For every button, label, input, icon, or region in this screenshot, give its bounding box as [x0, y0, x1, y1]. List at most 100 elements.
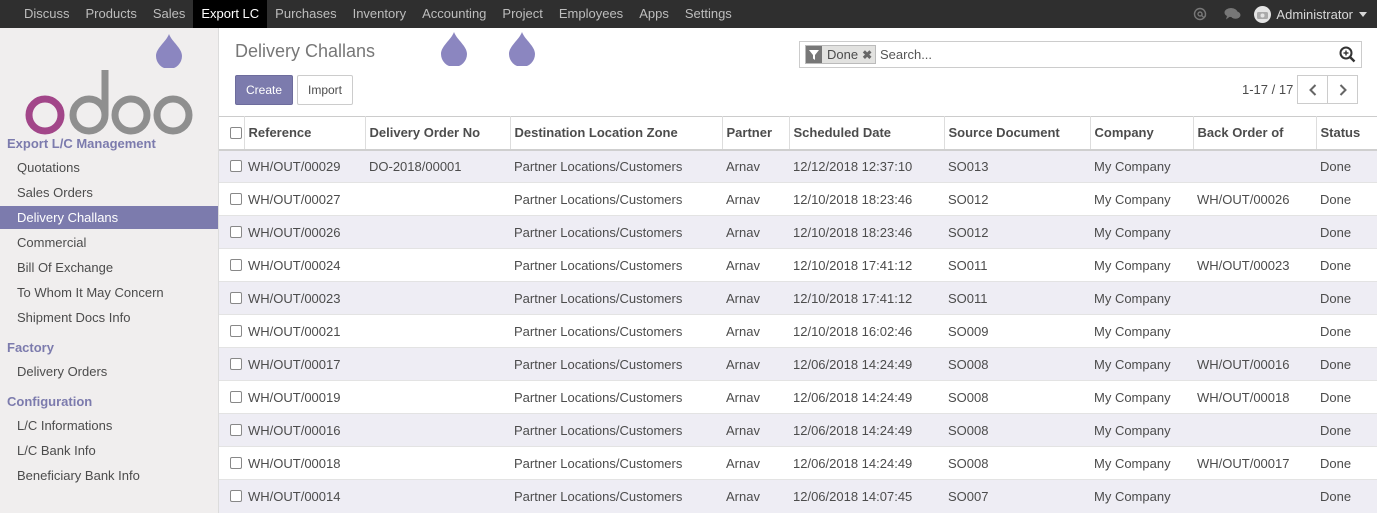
- table-row[interactable]: WH/OUT/00016 Partner Locations/Customers A…: [219, 413, 1377, 447]
- sidebar-item-delivery-challans[interactable]: Delivery Challans: [0, 206, 218, 229]
- pager-value[interactable]: 1-17 / 17: [1242, 82, 1293, 97]
- sidebar-item-sales-orders[interactable]: Sales Orders: [0, 181, 218, 204]
- app-menu-item-discuss[interactable]: Discuss: [16, 0, 78, 28]
- water-drop-icon: [509, 32, 535, 66]
- column-header-reference[interactable]: Reference: [244, 116, 366, 151]
- table-row[interactable]: WH/OUT/00024 Partner Locations/Customers A…: [219, 248, 1377, 282]
- column-header-delivery-order-no[interactable]: Delivery Order No: [365, 116, 511, 151]
- row-checkbox[interactable]: [230, 424, 242, 436]
- row-checkbox[interactable]: [230, 358, 242, 370]
- chat-icon[interactable]: [1222, 0, 1242, 28]
- row-checkbox[interactable]: [230, 457, 242, 469]
- import-button[interactable]: Import: [297, 75, 353, 105]
- table-cell: SO008: [944, 413, 1090, 447]
- table-row[interactable]: WH/OUT/00026 Partner Locations/Customers A…: [219, 215, 1377, 249]
- select-all-checkbox[interactable]: [230, 126, 242, 139]
- table-cell: Done: [1316, 281, 1377, 315]
- table-row[interactable]: WH/OUT/00027 Partner Locations/Customers A…: [219, 182, 1377, 216]
- table-cell: 12/06/2018 14:24:49: [789, 446, 944, 480]
- app-menu: Discuss Products Sales Export LC Purchases In…: [16, 0, 740, 28]
- app-menu-item-accounting[interactable]: Accounting: [414, 0, 494, 28]
- table-cell: WH/OUT/00026: [244, 215, 365, 249]
- row-checkbox[interactable]: [230, 259, 242, 271]
- search-icon[interactable]: [1339, 46, 1356, 63]
- app-menu-item-export-lc[interactable]: Export LC: [193, 0, 268, 28]
- app-menu-item-products[interactable]: Products: [78, 0, 145, 28]
- table-cell: [365, 248, 510, 282]
- table-cell: Arnav: [722, 149, 789, 183]
- column-header-source-document[interactable]: Source Document: [944, 116, 1091, 151]
- table-row[interactable]: WH/OUT/00018 Partner Locations/Customers A…: [219, 446, 1377, 480]
- sidebar-item-to-whom-it-may-concern[interactable]: To Whom It May Concern: [0, 281, 218, 304]
- app-menu-item-apps[interactable]: Apps: [631, 0, 677, 28]
- column-header-back-order-of[interactable]: Back Order of: [1193, 116, 1317, 151]
- sidebar-item-shipment-docs-info[interactable]: Shipment Docs Info: [0, 306, 218, 329]
- search-input[interactable]: [880, 44, 1335, 65]
- column-header-status[interactable]: Status: [1316, 116, 1377, 151]
- top-navbar: Discuss Products Sales Export LC Purchases In…: [0, 0, 1377, 28]
- sidebar-item-l-c-bank-info[interactable]: L/C Bank Info: [0, 439, 218, 462]
- table-cell: Done: [1316, 182, 1377, 216]
- sidebar-item-bill-of-exchange[interactable]: Bill Of Exchange: [0, 256, 218, 279]
- app-menu-item-purchases[interactable]: Purchases: [267, 0, 344, 28]
- table-row[interactable]: WH/OUT/00029 DO-2018/00001 Partner Locatio…: [219, 149, 1377, 183]
- table-cell: [1193, 215, 1316, 249]
- row-checkbox[interactable]: [230, 226, 242, 238]
- row-checkbox[interactable]: [230, 490, 242, 503]
- column-header-scheduled-date[interactable]: Scheduled Date: [789, 116, 945, 151]
- mention-icon[interactable]: [1190, 0, 1210, 28]
- row-select-cell: [219, 413, 244, 447]
- app-menu-item-employees[interactable]: Employees: [551, 0, 631, 28]
- table-cell: Partner Locations/Customers: [510, 149, 722, 183]
- sidebar-item-quotations[interactable]: Quotations: [0, 156, 218, 179]
- app-menu-item-inventory[interactable]: Inventory: [345, 0, 414, 28]
- pager-next-button[interactable]: [1327, 75, 1358, 104]
- row-checkbox[interactable]: [230, 325, 242, 337]
- table-cell: [1193, 314, 1316, 348]
- row-checkbox[interactable]: [230, 391, 242, 403]
- sidebar-item-l-c-informations[interactable]: L/C Informations: [0, 414, 218, 437]
- row-checkbox[interactable]: [230, 193, 242, 205]
- table-cell: WH/OUT/00016: [1193, 347, 1316, 381]
- column-header-partner[interactable]: Partner: [722, 116, 790, 151]
- table-cell: 12/06/2018 14:24:49: [789, 347, 944, 381]
- row-select-cell: [219, 380, 244, 414]
- remove-facet-icon[interactable]: ✖: [862, 48, 875, 62]
- table-row[interactable]: WH/OUT/00017 Partner Locations/Customers A…: [219, 347, 1377, 381]
- row-checkbox[interactable]: [230, 160, 242, 173]
- app-menu-item-settings[interactable]: Settings: [677, 0, 740, 28]
- sidebar-section-title: Configuration: [7, 394, 93, 409]
- table-row[interactable]: WH/OUT/00019 Partner Locations/Customers A…: [219, 380, 1377, 414]
- row-select-cell: [219, 314, 244, 348]
- table-cell: 12/10/2018 18:23:46: [789, 182, 944, 216]
- table-cell: Partner Locations/Customers: [510, 182, 722, 216]
- table-cell: 12/06/2018 14:24:49: [789, 380, 944, 414]
- table-cell: SO013: [944, 149, 1090, 183]
- table-row[interactable]: WH/OUT/00021 Partner Locations/Customers A…: [219, 314, 1377, 348]
- app-menu-item-project[interactable]: Project: [494, 0, 550, 28]
- table-row[interactable]: WH/OUT/00023 Partner Locations/Customers A…: [219, 281, 1377, 315]
- sidebar-item-beneficiary-bank-info[interactable]: Beneficiary Bank Info: [0, 464, 218, 487]
- column-header-company[interactable]: Company: [1090, 116, 1194, 151]
- row-checkbox[interactable]: [230, 292, 242, 304]
- table-cell: WH/OUT/00019: [244, 380, 365, 414]
- table-cell: My Company: [1090, 413, 1193, 447]
- table-row[interactable]: WH/OUT/00014 Partner Locations/Customers A…: [219, 479, 1377, 513]
- pager-previous-button[interactable]: [1297, 75, 1328, 104]
- table-cell: [365, 446, 510, 480]
- table-header: Reference Delivery Order No Destination Lo…: [219, 116, 1377, 151]
- odoo-logo[interactable]: [25, 58, 195, 140]
- table-cell: Done: [1316, 413, 1377, 447]
- app-menu-item-sales[interactable]: Sales: [145, 0, 194, 28]
- create-button[interactable]: Create: [235, 75, 293, 105]
- table-cell: Arnav: [722, 446, 789, 480]
- table-cell: Arnav: [722, 182, 789, 216]
- table-cell: My Company: [1090, 347, 1193, 381]
- sidebar-item-delivery-orders[interactable]: Delivery Orders: [0, 360, 218, 383]
- sidebar-item-commercial[interactable]: Commercial: [0, 231, 218, 254]
- column-header-destination-location-zone[interactable]: Destination Location Zone: [510, 116, 723, 151]
- table-cell: Arnav: [722, 380, 789, 414]
- user-menu[interactable]: Administrator: [1254, 5, 1367, 23]
- table-cell: SO012: [944, 215, 1090, 249]
- facet-label: Done: [827, 47, 859, 62]
